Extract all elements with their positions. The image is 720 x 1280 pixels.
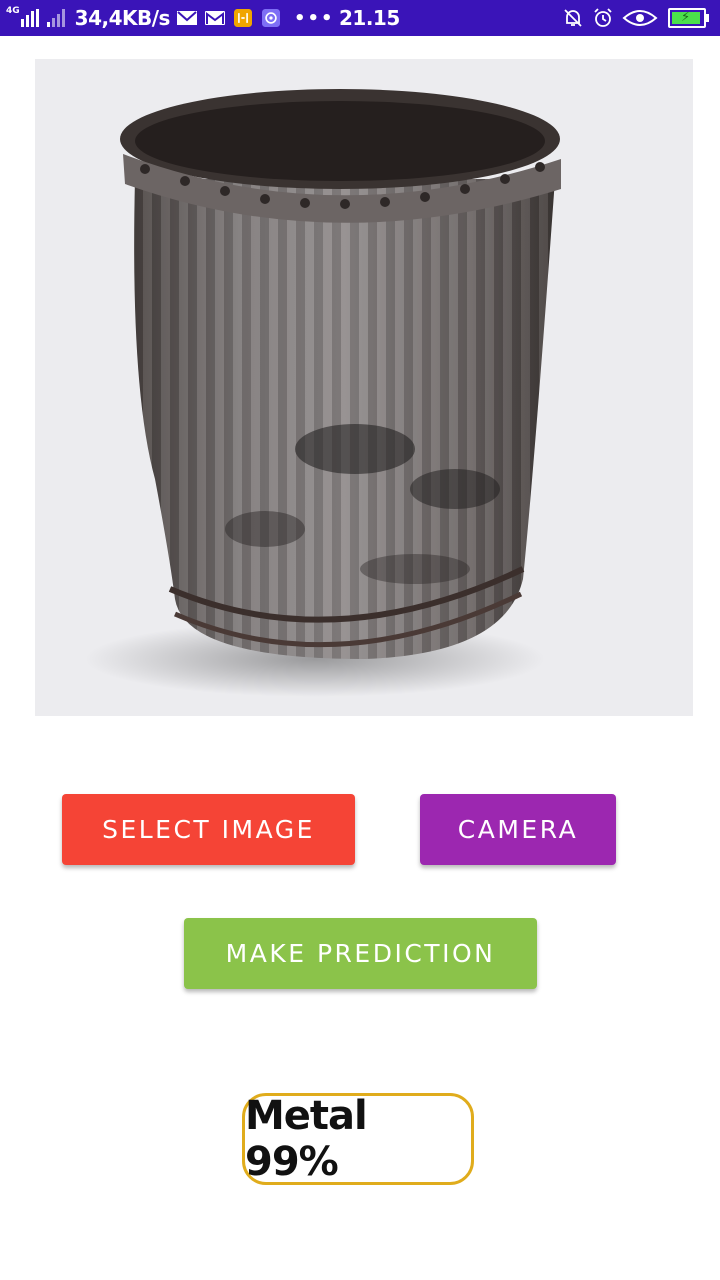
status-bar: 4G 34,4KB/s ••• 21.15 ⚡ [0,0,720,36]
clock: 21.15 [339,6,400,30]
battery-charging-icon: ⚡ [668,8,709,28]
camera-button[interactable]: CAMERA [420,794,616,865]
mute-bell-icon [564,9,582,27]
selected-image [35,59,693,716]
status-bar-right: ⚡ [554,0,709,36]
status-bar-left: 4G 34,4KB/s ••• [6,0,334,36]
network-speed: 34,4KB/s [74,6,171,30]
signal-icon [20,9,41,27]
prediction-result: Metal 99% [242,1093,474,1185]
mail-icon [176,11,197,25]
gmail-icon [204,11,225,25]
app-icon [233,9,252,27]
prediction-result-text: Metal 99% [245,1093,368,1185]
trash-can-image [85,89,561,697]
eye-icon [622,10,658,26]
more-notifications-icon: ••• [293,7,335,29]
network-type: 4G [6,6,20,16]
alarm-icon [594,8,612,27]
vpn-icon [261,9,280,27]
signal-icon-secondary [46,9,67,27]
make-prediction-button[interactable]: MAKE PREDICTION [184,918,537,989]
select-image-button[interactable]: SELECT IMAGE [62,794,355,865]
